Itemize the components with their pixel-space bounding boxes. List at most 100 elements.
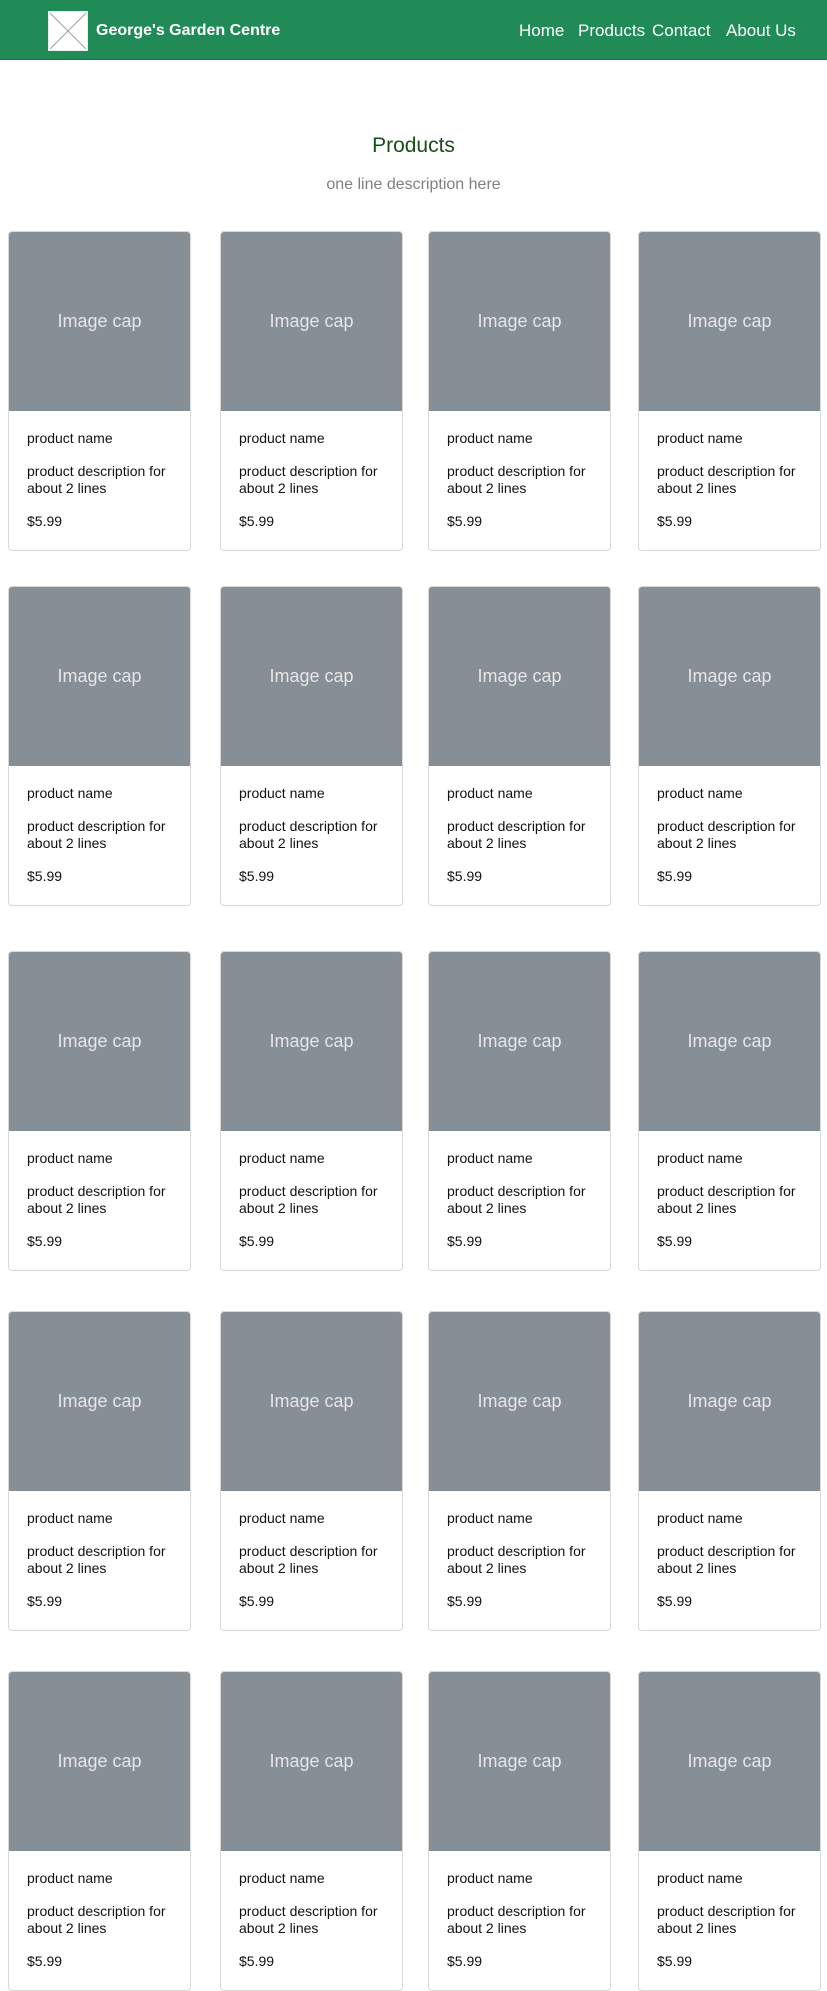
product-card[interactable]: Image cap product name product description… (638, 1671, 821, 1991)
product-image[interactable]: Image cap (221, 1672, 402, 1851)
product-name: product name (447, 1510, 533, 1526)
image-placeholder-icon[interactable] (48, 11, 88, 51)
product-name: product name (239, 1150, 325, 1166)
product-image[interactable]: Image cap (429, 952, 610, 1131)
product-price: $5.99 (657, 1233, 693, 1249)
product-image[interactable]: Image cap (9, 952, 190, 1131)
product-name: product name (447, 1150, 533, 1166)
product-card[interactable]: Image cap product name product description… (220, 231, 403, 551)
product-name: product name (27, 1870, 113, 1886)
product-price: $5.99 (657, 868, 693, 884)
nav-link-products[interactable]: Products (578, 21, 645, 41)
product-image[interactable]: Image cap (639, 232, 820, 411)
product-card[interactable]: Image cap product name product description… (220, 951, 403, 1271)
product-description: product description for about 2 lines (447, 463, 586, 496)
product-description: product description for about 2 lines (447, 1903, 586, 1936)
product-image[interactable]: Image cap (221, 587, 402, 766)
product-card[interactable]: Image cap product name product description… (428, 586, 611, 906)
product-description: product description for about 2 lines (657, 818, 796, 851)
product-description: product description for about 2 lines (447, 818, 586, 851)
product-card[interactable]: Image cap product name product description… (428, 1671, 611, 1991)
product-description: product description for about 2 lines (657, 463, 796, 496)
product-description: product description for about 2 lines (657, 1543, 796, 1576)
product-card[interactable]: Image cap product name product description… (428, 1311, 611, 1631)
product-image[interactable]: Image cap (9, 232, 190, 411)
product-image[interactable]: Image cap (429, 1312, 610, 1491)
product-card[interactable]: Image cap product name product description… (220, 1311, 403, 1631)
product-description: product description for about 2 lines (239, 463, 378, 496)
product-price: $5.99 (447, 1233, 483, 1249)
product-price: $5.99 (239, 868, 275, 884)
product-card[interactable]: Image cap product name product description… (638, 231, 821, 551)
product-image[interactable]: Image cap (429, 587, 610, 766)
product-description: product description for about 2 lines (239, 818, 378, 851)
product-description: product description for about 2 lines (239, 1183, 378, 1216)
product-price: $5.99 (657, 1953, 693, 1969)
product-price: $5.99 (27, 1953, 63, 1969)
product-image[interactable]: Image cap (221, 232, 402, 411)
product-description: product description for about 2 lines (239, 1903, 378, 1936)
product-price: $5.99 (239, 1233, 275, 1249)
page-subtitle: one line description here (326, 176, 501, 193)
product-description: product description for about 2 lines (657, 1903, 796, 1936)
product-card[interactable]: Image cap product name product description… (638, 951, 821, 1271)
product-description: product description for about 2 lines (657, 1183, 796, 1216)
product-card[interactable]: Image cap product name product description… (220, 586, 403, 906)
product-card[interactable]: Image cap product name product description… (8, 1311, 191, 1631)
product-name: product name (657, 1510, 743, 1526)
product-price: $5.99 (239, 513, 275, 529)
product-price: $5.99 (239, 1593, 275, 1609)
product-image[interactable]: Image cap (221, 1312, 402, 1491)
product-name: product name (27, 430, 113, 446)
product-image[interactable]: Image cap (639, 952, 820, 1131)
nav-link-home[interactable]: Home (519, 21, 564, 41)
product-image[interactable]: Image cap (221, 952, 402, 1131)
product-description: product description for about 2 lines (239, 1543, 378, 1576)
product-card[interactable]: Image cap product name product description… (428, 231, 611, 551)
nav-link-contact[interactable]: Contact (652, 21, 711, 41)
brand-name[interactable]: George's Garden Centre (96, 21, 280, 41)
product-card[interactable]: Image cap product name product description… (8, 1671, 191, 1991)
top-navbar: George's Garden Centre Home Products Con… (0, 0, 827, 60)
product-name: product name (239, 430, 325, 446)
product-price: $5.99 (447, 1593, 483, 1609)
product-card[interactable]: Image cap product name product description… (8, 231, 191, 551)
product-description: product description for about 2 lines (27, 1183, 166, 1216)
product-card[interactable]: Image cap product name product description… (8, 951, 191, 1271)
product-image[interactable]: Image cap (9, 1672, 190, 1851)
product-description: product description for about 2 lines (447, 1183, 586, 1216)
product-name: product name (447, 785, 533, 801)
product-card[interactable]: Image cap product name product description… (220, 1671, 403, 1991)
product-name: product name (27, 785, 113, 801)
product-image[interactable]: Image cap (429, 232, 610, 411)
product-image[interactable]: Image cap (9, 1312, 190, 1491)
product-description: product description for about 2 lines (27, 1903, 166, 1936)
product-description: product description for about 2 lines (447, 1543, 586, 1576)
product-name: product name (447, 1870, 533, 1886)
product-price: $5.99 (657, 513, 693, 529)
product-price: $5.99 (447, 868, 483, 884)
product-image[interactable]: Image cap (639, 1312, 820, 1491)
product-price: $5.99 (657, 1593, 693, 1609)
product-card[interactable]: Image cap product name product description… (638, 1311, 821, 1631)
product-description: product description for about 2 lines (27, 818, 166, 851)
product-card[interactable]: Image cap product name product description… (8, 586, 191, 906)
product-price: $5.99 (27, 1593, 63, 1609)
product-name: product name (239, 785, 325, 801)
product-image[interactable]: Image cap (639, 1672, 820, 1851)
product-name: product name (657, 785, 743, 801)
product-image[interactable]: Image cap (639, 587, 820, 766)
page-title: Products (372, 134, 455, 157)
product-card[interactable]: Image cap product name product description… (638, 586, 821, 906)
product-name: product name (239, 1510, 325, 1526)
product-image[interactable]: Image cap (9, 587, 190, 766)
product-price: $5.99 (27, 868, 63, 884)
product-card[interactable]: Image cap product name product description… (428, 951, 611, 1271)
product-price: $5.99 (447, 513, 483, 529)
nav-link-about-us[interactable]: About Us (726, 21, 796, 41)
product-image[interactable]: Image cap (429, 1672, 610, 1851)
product-price: $5.99 (447, 1953, 483, 1969)
product-description: product description for about 2 lines (27, 463, 166, 496)
product-price: $5.99 (239, 1953, 275, 1969)
product-description: product description for about 2 lines (27, 1543, 166, 1576)
